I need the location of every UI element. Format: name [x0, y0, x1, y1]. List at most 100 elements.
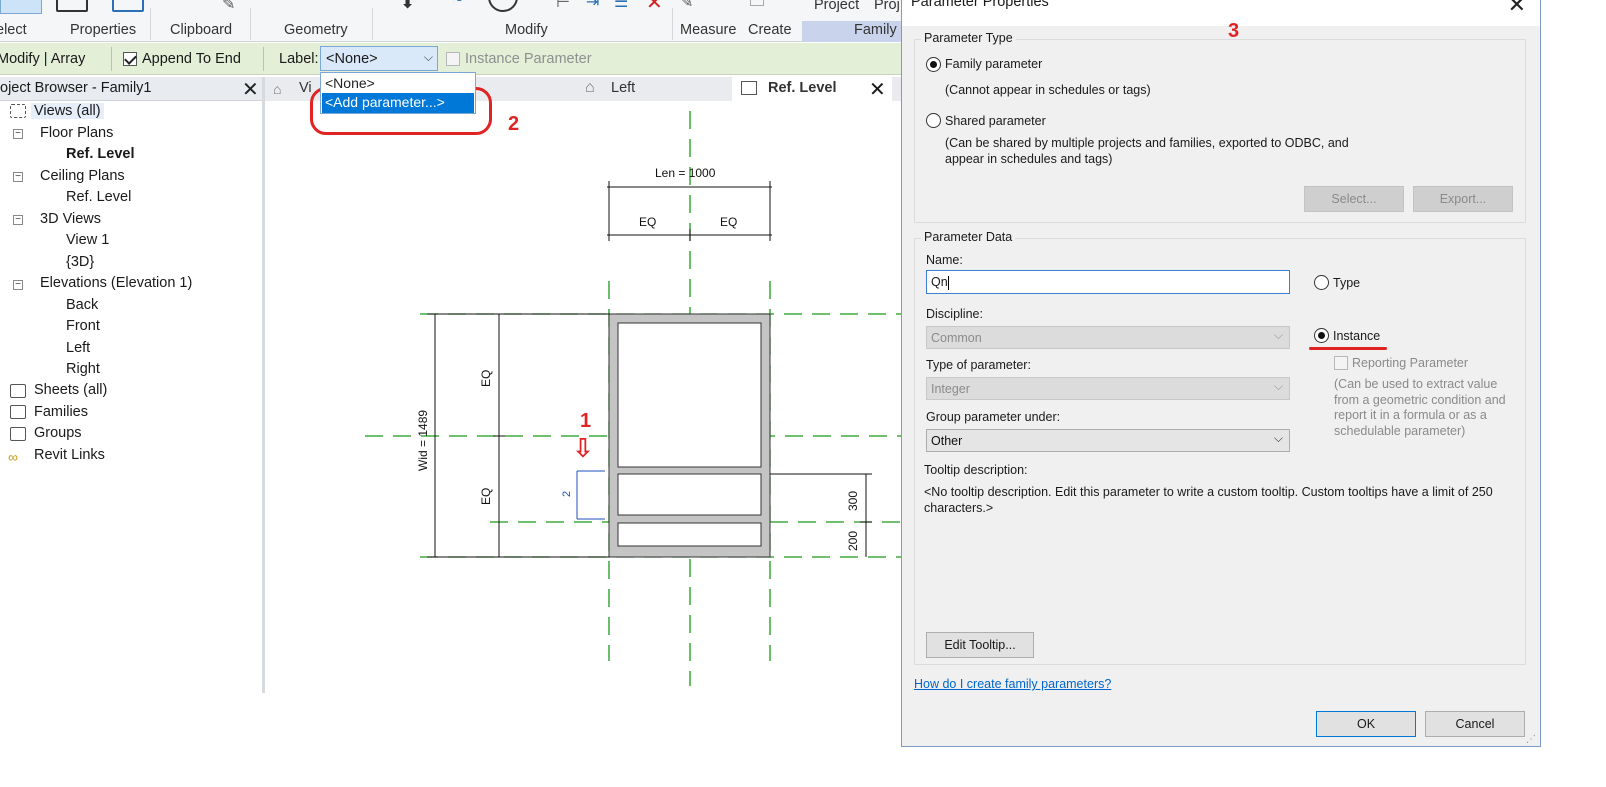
- ribbon-project-label[interactable]: Project: [814, 0, 859, 13]
- project-browser-header: oject Browser - Family1 ✕: [0, 77, 263, 101]
- tab-left[interactable]: Left: [611, 77, 635, 101]
- type-radio[interactable]: [1314, 275, 1329, 290]
- modify-tool-icon[interactable]: [0, 0, 42, 14]
- tree-item-groups[interactable]: Groups: [34, 425, 82, 441]
- array-icon[interactable]: ☰: [614, 0, 628, 12]
- chevron-down-icon[interactable]: ⌵: [424, 50, 433, 65]
- circle-tool-icon[interactable]: [488, 0, 518, 12]
- collapse-icon[interactable]: −: [13, 280, 23, 290]
- eq-label-left: EQ: [639, 215, 656, 229]
- tree-item-floor-ref-level[interactable]: Ref. Level: [66, 146, 135, 162]
- collapse-icon[interactable]: −: [13, 172, 23, 182]
- tree-item-floor-plans[interactable]: Floor Plans: [40, 125, 113, 141]
- tab-view-label: Vi: [299, 80, 312, 96]
- shared-parameter-radio[interactable]: [926, 113, 941, 128]
- tree-item-views-all[interactable]: Views (all): [31, 103, 104, 119]
- close-icon[interactable]: ✕: [242, 77, 259, 102]
- help-link[interactable]: How do I create family parameters?: [914, 677, 1111, 691]
- dialog-title: Parameter Properties: [911, 0, 1049, 10]
- edit-tooltip-button[interactable]: Edit Tooltip...: [926, 632, 1034, 658]
- label-combobox[interactable]: <None> ⌵: [320, 46, 438, 71]
- drawing-area[interactable]: Len = 1000 EQ EQ Wid = 1489 EQ EQ 300 20…: [265, 101, 902, 693]
- ribbon-geometry-label[interactable]: Geometry: [284, 22, 348, 38]
- collapse-icon[interactable]: −: [13, 129, 23, 139]
- create-icon[interactable]: [750, 0, 764, 6]
- text-cursor: [947, 275, 949, 290]
- resize-grip-icon[interactable]: ⋰: [1526, 734, 1536, 745]
- tree-item-3d-views[interactable]: 3D Views: [40, 211, 101, 227]
- ribbon-properties-label[interactable]: Properties: [70, 22, 136, 38]
- family-drawing: Len = 1000 EQ EQ Wid = 1489 EQ EQ 300 20…: [365, 111, 902, 686]
- tree-item-ceiling-plans[interactable]: Ceiling Plans: [40, 168, 125, 184]
- select-button[interactable]: Select...: [1304, 186, 1404, 212]
- chevron-down-icon[interactable]: ⌵: [1274, 431, 1283, 446]
- tree-item-3d[interactable]: {3D}: [66, 254, 94, 270]
- tree-item-families[interactable]: Families: [34, 404, 88, 420]
- type-properties-icon[interactable]: [112, 0, 144, 12]
- group-parameter-label: Group parameter under:: [926, 410, 1061, 424]
- tab-left-label: Left: [611, 80, 636, 96]
- paste-icon[interactable]: ✎: [222, 0, 235, 14]
- split-icon[interactable]: ⊢: [556, 0, 570, 12]
- type-radio-label[interactable]: Type: [1333, 276, 1360, 290]
- parameter-type-group-label: Parameter Type: [921, 31, 1016, 45]
- ribbon-proj-label[interactable]: Proj: [874, 0, 900, 13]
- tooltip-description-label: Tooltip description:: [924, 463, 1028, 477]
- append-to-end-label[interactable]: Append To End: [142, 51, 241, 67]
- tree-item-elevations[interactable]: Elevations (Elevation 1): [40, 275, 192, 291]
- floor-plan-icon: [741, 81, 757, 95]
- tree-item-view-1[interactable]: View 1: [66, 232, 109, 248]
- ribbon-modify-label[interactable]: Modify: [505, 22, 548, 38]
- tooltip-description-text: <No tooltip description. Edit this param…: [924, 485, 1493, 515]
- family-parameter-radio[interactable]: [926, 57, 941, 72]
- tree-item-right[interactable]: Right: [66, 361, 100, 377]
- ribbon-clipboard-label[interactable]: Clipboard: [170, 22, 232, 38]
- groups-icon: [10, 427, 26, 441]
- ribbon-select-label[interactable]: elect: [0, 22, 27, 38]
- group-parameter-select[interactable]: Other ⌵: [926, 429, 1290, 452]
- revit-links-icon: ∞: [8, 449, 18, 465]
- down-arrow-icon: ⇩: [572, 433, 594, 463]
- export-button[interactable]: Export...: [1413, 186, 1513, 212]
- close-icon[interactable]: ✕: [1508, 0, 1526, 18]
- type-of-parameter-label: Type of parameter:: [926, 358, 1031, 372]
- dialog-titlebar: Parameter Properties ✕: [902, 0, 1540, 26]
- tree-item-ceiling-ref-level[interactable]: Ref. Level: [66, 189, 131, 205]
- tree-item-sheets[interactable]: Sheets (all): [34, 382, 107, 398]
- family-parameter-label[interactable]: Family parameter: [945, 57, 1042, 71]
- close-icon[interactable]: ✕: [869, 77, 886, 102]
- collapse-icon[interactable]: −: [13, 215, 23, 225]
- dropdown-option-add-parameter[interactable]: <Add parameter...>: [322, 93, 474, 113]
- parameter-properties-dialog: Parameter Properties ✕ 3 Parameter Type …: [901, 0, 1541, 747]
- tree-item-revit-links[interactable]: Revit Links: [34, 447, 105, 463]
- properties-icon[interactable]: [56, 0, 88, 12]
- trim-icon[interactable]: ⇥: [586, 0, 599, 12]
- sheets-icon: [10, 384, 26, 398]
- ribbon-family-label[interactable]: Family: [854, 22, 897, 38]
- append-to-end-checkbox[interactable]: [123, 52, 137, 66]
- tree-item-back[interactable]: Back: [66, 297, 98, 313]
- parameter-data-group-label: Parameter Data: [921, 230, 1016, 244]
- align-icon[interactable]: ⬇: [400, 0, 415, 13]
- measure-icon[interactable]: ✎: [680, 0, 693, 12]
- project-browser-title: oject Browser - Family1: [0, 80, 152, 96]
- ribbon-measure-label[interactable]: Measure: [680, 22, 736, 38]
- rotate-icon[interactable]: ◔: [452, 0, 463, 11]
- views-icon: [10, 104, 26, 118]
- tree-item-front[interactable]: Front: [66, 318, 100, 334]
- tree-item-left[interactable]: Left: [66, 340, 90, 356]
- eq-label-top: EQ: [479, 370, 493, 387]
- instance-parameter-checkbox: [446, 52, 460, 66]
- families-icon: [10, 405, 26, 419]
- instance-radio[interactable]: [1314, 328, 1329, 343]
- name-input[interactable]: Qn: [926, 270, 1290, 294]
- options-separator: [263, 47, 264, 71]
- instance-radio-label[interactable]: Instance: [1333, 329, 1380, 343]
- dropdown-option-none[interactable]: <None>: [325, 75, 375, 91]
- shared-parameter-label[interactable]: Shared parameter: [945, 114, 1046, 128]
- ok-button[interactable]: OK: [1316, 711, 1416, 737]
- ribbon-create-label[interactable]: Create: [748, 22, 792, 38]
- delete-icon[interactable]: ✕: [646, 0, 663, 15]
- cancel-button[interactable]: Cancel: [1425, 711, 1525, 737]
- array-count-label[interactable]: 2: [561, 491, 573, 497]
